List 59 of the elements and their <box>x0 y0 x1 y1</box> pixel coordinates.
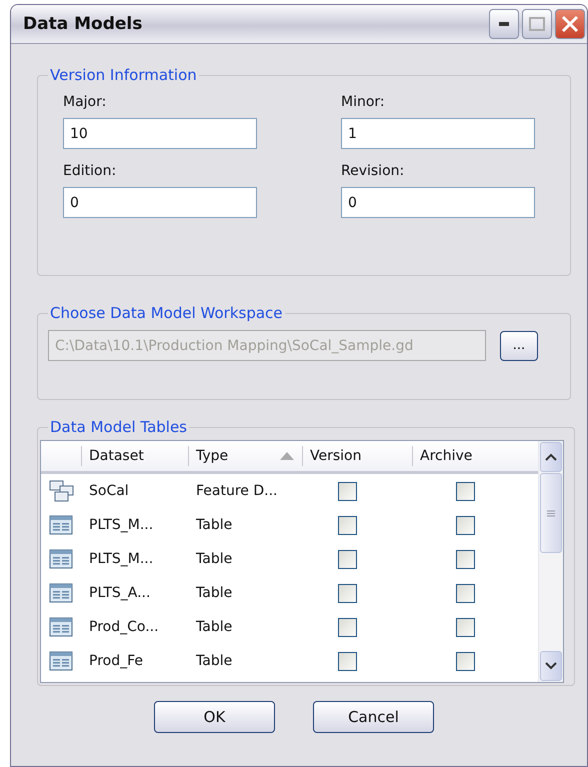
sort-arrow-icon <box>280 452 294 460</box>
checkbox[interactable] <box>338 482 356 500</box>
table-icon <box>49 651 73 671</box>
table-cell-text: Table <box>195 585 234 601</box>
field-label: Major: <box>63 94 108 110</box>
table-icon <box>49 583 73 603</box>
input-field[interactable]: 1 <box>341 118 535 149</box>
input-field[interactable]: 10 <box>63 118 257 149</box>
scroll-down-button[interactable] <box>540 651 562 681</box>
table-icon <box>49 515 73 535</box>
checkbox[interactable] <box>338 652 356 670</box>
checkbox[interactable] <box>338 516 356 534</box>
input-field[interactable]: 0 <box>63 187 257 218</box>
field-label: Edition: <box>63 163 118 179</box>
group-title: Choose Data Model Workspace <box>49 304 284 322</box>
field-label: Minor: <box>341 94 386 110</box>
group-title: Version Information <box>49 66 198 84</box>
checkbox[interactable] <box>456 550 474 568</box>
feature-dataset-icon <box>49 480 75 502</box>
minimize-button[interactable] <box>489 9 519 39</box>
group-title: Data Model Tables <box>49 418 188 436</box>
table-cell-text: PLTS_M... <box>88 517 154 533</box>
caret-up-icon <box>545 453 557 461</box>
dialog-button[interactable]: Cancel <box>313 701 434 733</box>
table-cell-text: Prod_Co... <box>88 619 160 635</box>
caret-down-icon <box>545 662 557 670</box>
close-icon <box>561 15 579 33</box>
grip-icon <box>547 510 555 516</box>
window-title: Data Models <box>23 14 144 34</box>
table-cell-text: Feature D... <box>195 483 278 499</box>
checkbox[interactable] <box>338 550 356 568</box>
scroll-thumb[interactable] <box>540 473 562 553</box>
checkbox[interactable] <box>456 482 474 500</box>
close-button[interactable] <box>555 9 585 39</box>
checkbox[interactable] <box>456 618 474 636</box>
checkbox[interactable] <box>456 652 474 670</box>
table-cell-text: Prod_Fe <box>88 653 144 669</box>
table-cell-text: PLTS_A... <box>88 585 152 601</box>
checkbox[interactable] <box>456 584 474 602</box>
table-cell-text: PLTS_M... <box>88 551 154 567</box>
column-header[interactable]: Type <box>188 446 302 466</box>
column-header[interactable]: Dataset <box>81 446 188 466</box>
checkbox[interactable] <box>338 618 356 636</box>
scroll-up-button[interactable] <box>540 442 562 472</box>
checkbox[interactable] <box>456 516 474 534</box>
table-cell-text: Table <box>195 551 234 567</box>
dialog-button[interactable]: OK <box>154 701 275 733</box>
minimize-icon <box>499 22 509 26</box>
table-cell-text: Table <box>195 653 234 669</box>
input-field[interactable]: 0 <box>341 187 535 218</box>
field-label: Revision: <box>341 163 406 179</box>
table-icon <box>49 549 73 569</box>
table-cell-text: Table <box>195 517 234 533</box>
checkbox[interactable] <box>338 584 356 602</box>
table-icon <box>49 617 73 637</box>
table-cell-text: Table <box>195 619 234 635</box>
maximize-icon <box>529 17 545 31</box>
table-cell-text: SoCal <box>88 483 130 499</box>
column-header[interactable]: Version <box>302 446 412 466</box>
